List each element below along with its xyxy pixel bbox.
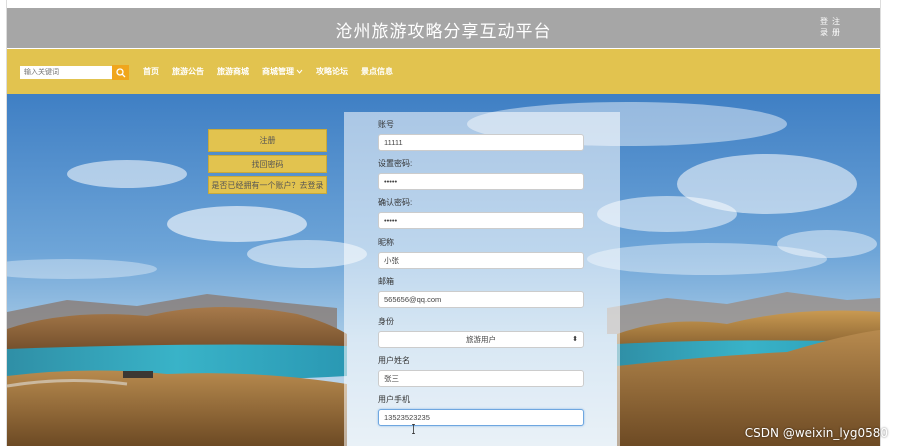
header-link-char[interactable]: 注 (830, 16, 842, 27)
search-icon (115, 67, 125, 77)
nav-menu: 首页 旅游公告 旅游商城 商城管理 攻略论坛 景点信息 (143, 66, 393, 77)
go-login-button[interactable]: 是否已经拥有一个账户？去登录 (208, 176, 327, 194)
select-arrows-icon: ⬍ (572, 336, 578, 343)
confirm-password-input[interactable]: ••••• (378, 212, 584, 229)
site-header: 沧州旅游攻略分享互动平台 登注录册 (7, 8, 880, 48)
password-input[interactable]: ••••• (378, 173, 584, 190)
username-label: 用户姓名 (378, 356, 410, 365)
nickname-label: 昵称 (378, 238, 394, 247)
header-link-char[interactable]: 录 (818, 27, 830, 38)
register-button[interactable]: 注册 (208, 129, 327, 152)
confirm-password-label: 确认密码: (378, 198, 413, 207)
nav-bar: 首页 旅游公告 旅游商城 商城管理 攻略论坛 景点信息 (7, 49, 880, 94)
site-title: 沧州旅游攻略分享互动平台 (335, 22, 552, 42)
account-label: 账号 (378, 120, 394, 129)
nav-item-forum[interactable]: 攻略论坛 (316, 66, 348, 77)
search-input[interactable] (20, 66, 118, 79)
chevron-down-icon (296, 69, 303, 74)
password-label: 设置密码: (378, 159, 413, 168)
nav-item-shop-manage-label: 商城管理 (262, 67, 294, 76)
header-login-register[interactable]: 登注录册 (818, 16, 844, 38)
browser-viewport: 沧州旅游攻略分享互动平台 登注录册 首页 旅游公告 旅游商城 商城管理 攻略论坛… (6, 0, 881, 446)
identity-label: 身份 (378, 317, 394, 326)
text-cursor-icon (412, 424, 415, 434)
csdn-watermark: CSDN @weixin_lyg0580 (744, 426, 888, 440)
nickname-input[interactable]: 小张 (378, 252, 584, 269)
identity-select[interactable]: 旅游用户 ⬍ (378, 331, 584, 348)
nav-item-home[interactable]: 首页 (143, 66, 159, 77)
forgot-password-button[interactable]: 找回密码 (208, 155, 327, 173)
nav-item-attractions[interactable]: 景点信息 (361, 66, 393, 77)
nav-item-shop[interactable]: 旅游商城 (217, 66, 249, 77)
identity-select-value: 旅游用户 (466, 335, 496, 344)
nav-item-shop-manage[interactable]: 商城管理 (262, 66, 303, 77)
phone-input[interactable]: 13523523235 (378, 409, 584, 426)
username-input[interactable]: 张三 (378, 370, 584, 387)
nav-item-announcements[interactable]: 旅游公告 (172, 66, 204, 77)
account-input[interactable]: 11111 (378, 134, 584, 151)
header-link-char[interactable]: 册 (830, 27, 842, 38)
email-label: 邮箱 (378, 277, 394, 286)
search-button[interactable] (112, 65, 129, 80)
email-input[interactable]: 565656@qq.com (378, 291, 584, 308)
phone-label: 用户手机 (378, 395, 410, 404)
header-link-char[interactable]: 登 (818, 16, 830, 27)
